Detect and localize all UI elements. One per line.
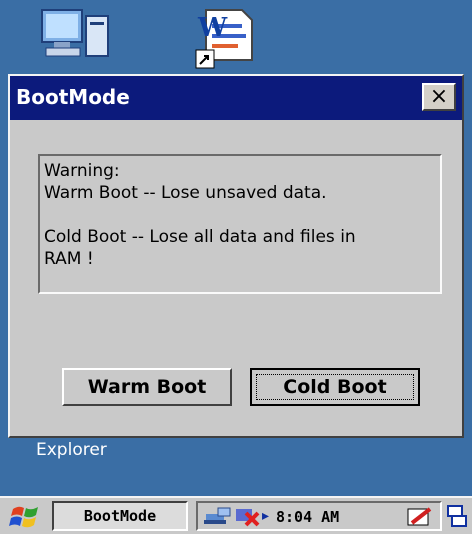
bootmode-dialog: BootMode × Warning: Warm Boot -- Lose un… [8,74,464,438]
cold-boot-button[interactable]: Cold Boot [250,368,420,406]
tray-arrow-icon[interactable]: ▸ [262,508,269,524]
desktop-switch-icon[interactable] [446,504,468,530]
close-button[interactable]: × [422,83,456,111]
cold-boot-warning: Cold Boot -- Lose all data and files in [44,227,356,247]
svg-text:W: W [197,13,228,43]
connection-status-icon[interactable] [234,505,262,529]
input-panel-icon[interactable] [406,505,436,529]
warning-heading: Warning: [44,161,120,181]
taskbar-button-label: BootMode [83,507,157,525]
close-icon: × [429,84,449,109]
dialog-title: BootMode [16,85,130,109]
warning-message-box: Warning: Warm Boot -- Lose unsaved data.… [38,154,442,294]
clock[interactable]: 8:04 AM [276,508,339,526]
network-icon[interactable] [204,506,236,528]
start-button[interactable] [4,502,48,532]
warm-boot-warning: Warm Boot -- Lose unsaved data. [44,183,327,203]
taskbar-button-bootmode[interactable]: BootMode [52,501,188,531]
system-tray: ▸ 8:04 AM [196,501,442,531]
wordpad-shortcut-icon[interactable]: W [192,6,260,74]
windows-flag-icon [9,506,38,528]
my-computer-icon[interactable] [40,6,126,66]
cold-boot-warning-cont: RAM ! [44,249,94,269]
warm-boot-label: Warm Boot [87,376,207,398]
taskbar: BootMode ▸ 8:04 AM [0,496,472,534]
explorer-icon-label[interactable]: Explorer [36,440,107,460]
focus-ring [256,374,414,400]
warm-boot-button[interactable]: Warm Boot [62,368,232,406]
dialog-titlebar[interactable]: BootMode × [10,76,462,120]
